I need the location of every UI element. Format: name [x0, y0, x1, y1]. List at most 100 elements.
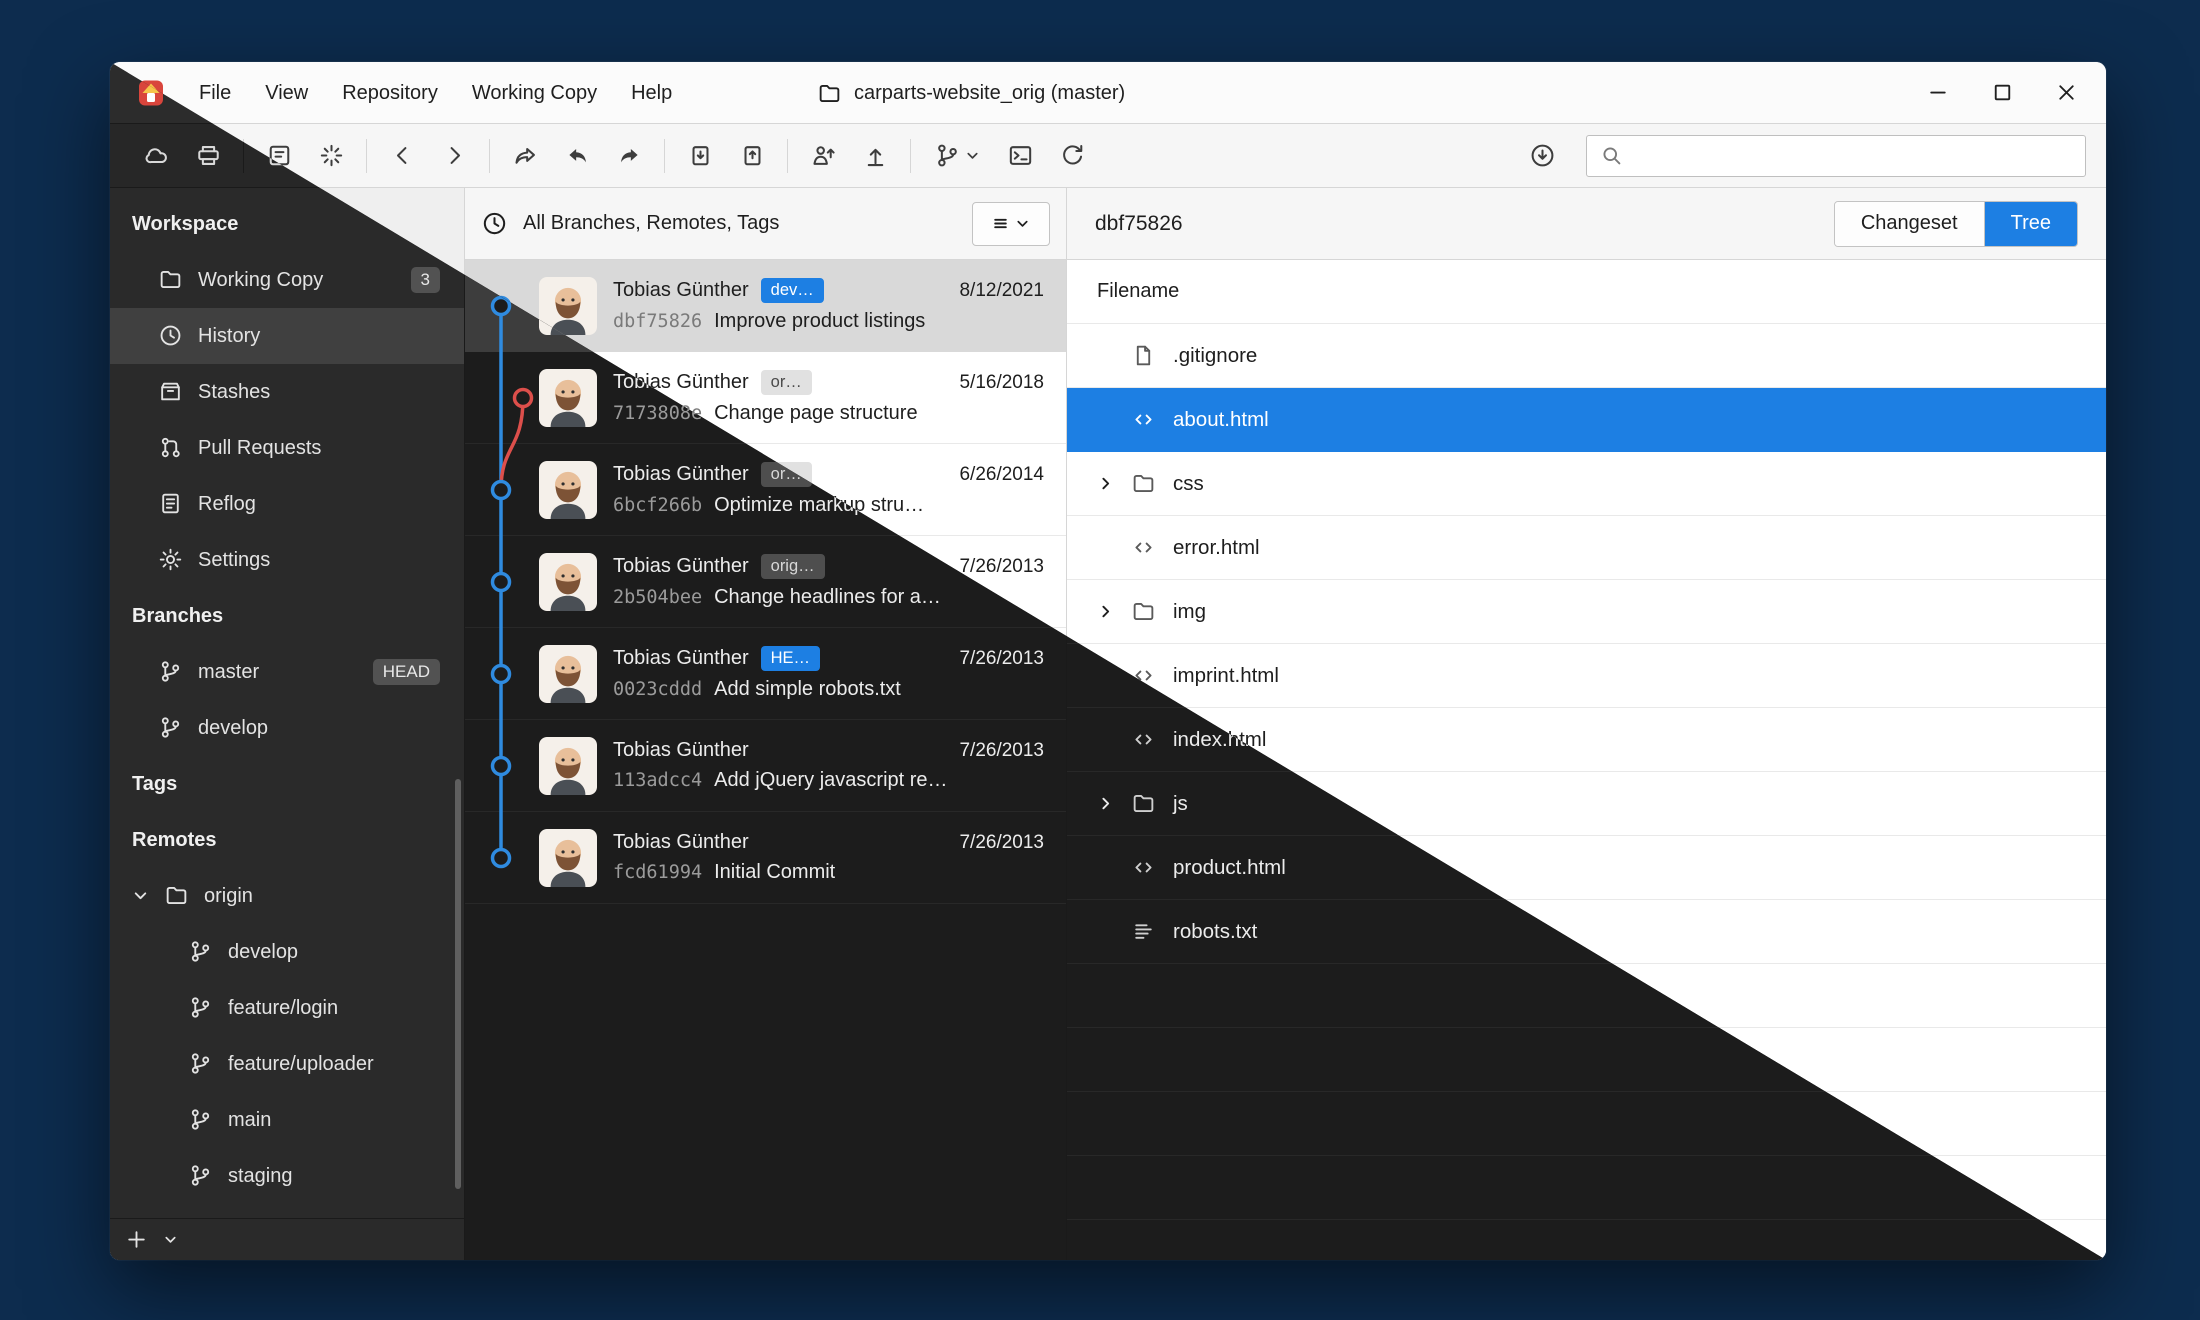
avatar — [539, 645, 597, 703]
minimize-button[interactable] — [1906, 62, 1970, 124]
clipboard-down-icon[interactable] — [674, 133, 726, 179]
commit-date: 7/26/2013 — [959, 832, 1044, 854]
download-icon[interactable] — [1516, 133, 1568, 179]
maximize-button[interactable] — [1970, 62, 2034, 124]
commit-author: Tobias Günther — [613, 555, 749, 578]
chevron-down-icon[interactable] — [163, 1232, 178, 1247]
chevron-right-icon[interactable] — [1097, 603, 1131, 620]
commit-hash: 6bcf266b — [613, 495, 702, 516]
commit-row[interactable]: Tobias Günther 7/26/2013 fcd61994 Initia… — [465, 812, 1066, 904]
add-icon[interactable] — [124, 1227, 149, 1252]
tree-tab[interactable]: Tree — [1984, 202, 2077, 246]
folder-name: js — [1173, 792, 1188, 816]
branch-badge: dev… — [761, 278, 824, 303]
sidebar-scrollbar[interactable] — [455, 779, 461, 1189]
sidebar-item-working-copy[interactable]: Working Copy 3 — [110, 252, 464, 308]
folder-icon — [817, 81, 842, 106]
file-row[interactable]: .gitignore — [1067, 324, 2106, 388]
cloud-icon[interactable] — [130, 133, 182, 179]
branch-actions-icon[interactable] — [920, 133, 994, 179]
clipboard-up-icon[interactable] — [726, 133, 778, 179]
gear-icon — [158, 547, 184, 573]
menubar: File View Repository Working Copy Help — [182, 62, 689, 124]
menu-repository[interactable]: Repository — [325, 62, 455, 124]
branch-icon — [188, 1163, 214, 1189]
sidebar-item-reflog[interactable]: Reflog — [110, 476, 464, 532]
avatar — [539, 553, 597, 611]
toolbar-separator — [787, 139, 788, 173]
commit-row[interactable]: Tobias Günther 7/26/2013 113adcc4 Add jQ… — [465, 720, 1066, 812]
commit-hash: 0023cddd — [613, 679, 702, 700]
terminal-icon[interactable] — [994, 133, 1046, 179]
commit-message: Add simple robots.txt — [714, 678, 901, 701]
search-input[interactable] — [1634, 145, 2073, 167]
commit-date: 7/26/2013 — [959, 740, 1044, 762]
close-button[interactable] — [2034, 62, 2098, 124]
branch-icon — [188, 995, 214, 1021]
journal-icon — [158, 491, 184, 517]
refresh-icon[interactable] — [1046, 133, 1098, 179]
hamburger-icon — [992, 215, 1009, 232]
commit-author-icon[interactable] — [797, 133, 849, 179]
sidebar-item-remote-develop[interactable]: develop — [110, 924, 464, 980]
filter-options-button[interactable] — [972, 202, 1050, 246]
sidebar-item-remote-main[interactable]: main — [110, 1092, 464, 1148]
window-title-text: carparts-website_orig (master) — [854, 82, 1125, 105]
changeset-tab[interactable]: Changeset — [1835, 202, 1984, 246]
chevron-right-icon[interactable] — [1097, 475, 1131, 492]
commit-row[interactable]: Tobias Günther HE… 7/26/2013 0023cddd Ad… — [465, 628, 1066, 720]
remotes-header: Remotes — [110, 812, 464, 868]
redo-icon[interactable] — [603, 133, 655, 179]
sidebar-item-history[interactable]: History — [110, 308, 464, 364]
sidebar-item-branch-develop[interactable]: develop — [110, 700, 464, 756]
window-controls — [1906, 62, 2098, 124]
file-row[interactable]: about.html — [1067, 388, 2106, 452]
code-file-icon — [1131, 855, 1157, 881]
toolbar-separator — [243, 139, 244, 173]
commit-hash: fcd61994 — [613, 862, 702, 883]
sidebar-item-stashes[interactable]: Stashes — [110, 364, 464, 420]
avatar — [539, 737, 597, 795]
branch-badge: orig… — [761, 554, 825, 579]
toolbar-separator — [910, 139, 911, 173]
chevron-down-icon[interactable] — [132, 887, 150, 905]
stash-icon — [158, 379, 184, 405]
sidebar-item-label: Settings — [198, 549, 270, 572]
sidebar-item-remote-feature-login[interactable]: feature/login — [110, 980, 464, 1036]
branches-header: Branches — [110, 588, 464, 644]
sidebar-item-settings[interactable]: Settings — [110, 532, 464, 588]
folder-icon — [158, 267, 184, 293]
undo-icon[interactable] — [551, 133, 603, 179]
sidebar-item-remote-feature-uploader[interactable]: feature/uploader — [110, 1036, 464, 1092]
menu-view[interactable]: View — [248, 62, 325, 124]
file-row[interactable]: error.html — [1067, 516, 2106, 580]
search-icon — [1599, 143, 1624, 168]
file-row[interactable]: img — [1067, 580, 2106, 644]
filename-column-header[interactable]: Filename — [1067, 260, 2106, 324]
file-row[interactable]: css — [1067, 452, 2106, 516]
file-name: error.html — [1173, 536, 1260, 560]
push-icon[interactable] — [849, 133, 901, 179]
pull-request-icon — [158, 435, 184, 461]
view-toggle: Changeset Tree — [1834, 201, 2078, 247]
commit-hash: 113adcc4 — [613, 770, 702, 791]
file-row[interactable]: imprint.html — [1067, 644, 2106, 708]
window-title: carparts-website_orig (master) — [817, 62, 1125, 124]
chevron-right-icon[interactable] — [1097, 795, 1131, 812]
sidebar: Workspace Working Copy 3 History Stashes… — [110, 188, 464, 1260]
printer-icon[interactable] — [182, 133, 234, 179]
sidebar-item-remote-origin[interactable]: origin — [110, 868, 464, 924]
back-icon[interactable] — [376, 133, 428, 179]
menu-help[interactable]: Help — [614, 62, 689, 124]
toolbar-separator — [489, 139, 490, 173]
sidebar-item-remote-staging[interactable]: staging — [110, 1148, 464, 1204]
sidebar-item-pull-requests[interactable]: Pull Requests — [110, 420, 464, 476]
file-panel-header: dbf75826 Changeset Tree — [1067, 188, 2106, 260]
sparkle-icon[interactable] — [305, 133, 357, 179]
commit-hash: 2b504bee — [613, 587, 702, 608]
sidebar-item-branch-master[interactable]: master HEAD — [110, 644, 464, 700]
file-icon — [1131, 343, 1157, 369]
forward-icon[interactable] — [428, 133, 480, 179]
share-arrow-icon[interactable] — [499, 133, 551, 179]
menu-working-copy[interactable]: Working Copy — [455, 62, 614, 124]
